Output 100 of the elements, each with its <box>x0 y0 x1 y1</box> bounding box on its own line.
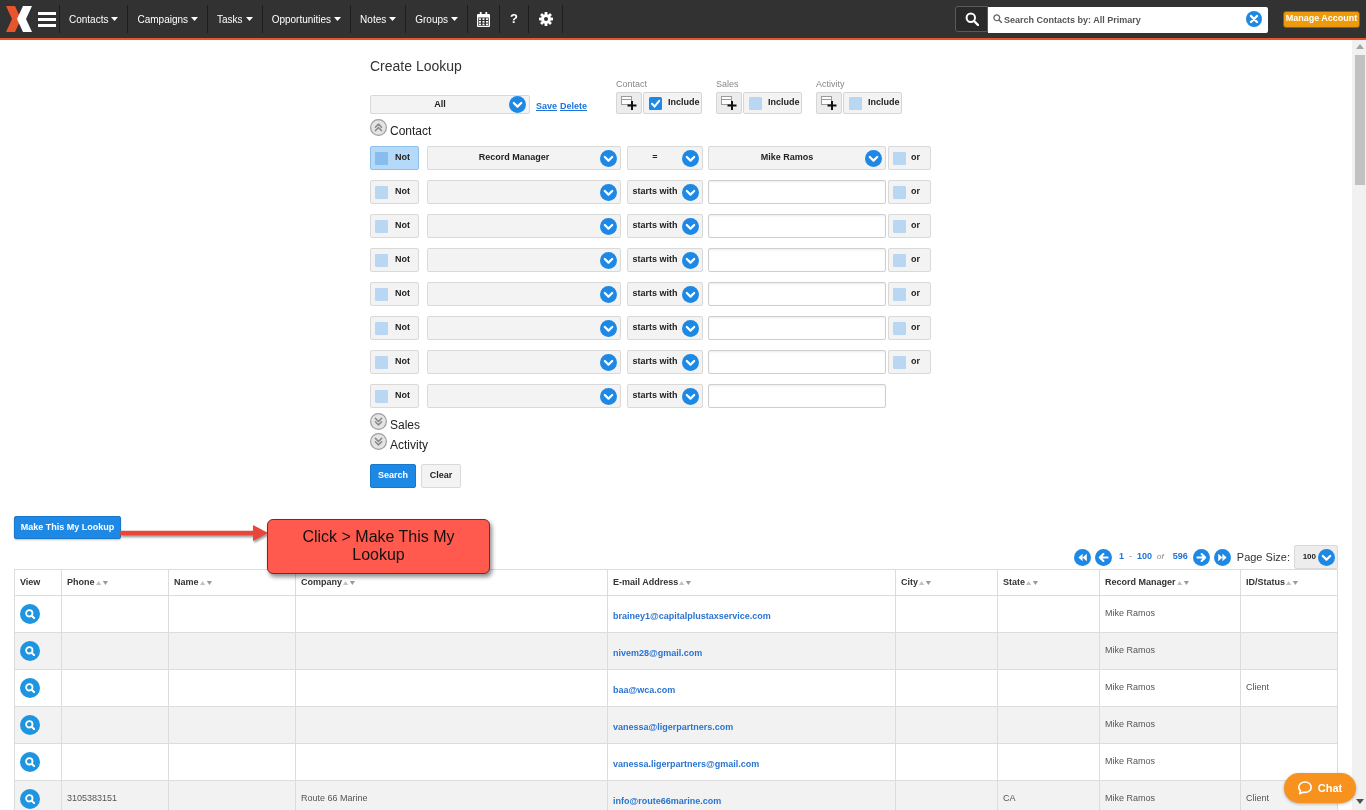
link[interactable]: Delete <box>560 99 588 113</box>
field-select[interactable] <box>427 180 621 204</box>
not-button[interactable]: Not <box>370 248 419 272</box>
or-button[interactable]: or <box>888 248 931 272</box>
checked-checkbox-icon[interactable] <box>649 96 662 110</box>
view-button[interactable] <box>20 752 40 772</box>
email-link[interactable]: info@route66marine.com <box>613 796 722 806</box>
operator-select[interactable]: starts with <box>627 316 703 340</box>
email-link[interactable]: brainey1@capitalplustaxservice.com <box>613 611 771 621</box>
nav-menu[interactable]: Campaigns <box>128 5 209 33</box>
nav-menu[interactable]: Tasks <box>208 5 263 33</box>
view-button[interactable] <box>20 678 40 698</box>
page-size-select[interactable]: 100 <box>1294 545 1338 569</box>
checkbox-icon[interactable] <box>849 96 862 110</box>
nav-menu[interactable]: Opportunities <box>262 5 352 33</box>
checkbox-icon[interactable] <box>375 219 388 233</box>
column-header[interactable]: State <box>1003 575 1025 590</box>
previous-page-icon[interactable] <box>1095 548 1113 566</box>
checkbox-icon[interactable] <box>375 321 388 335</box>
sort-icon[interactable] <box>95 579 108 586</box>
operator-select[interactable]: starts with <box>627 248 703 272</box>
sort-icon[interactable] <box>919 579 931 586</box>
view-button[interactable] <box>20 604 40 624</box>
value-field[interactable] <box>708 316 886 340</box>
checkbox-icon[interactable] <box>749 96 762 110</box>
add-button[interactable] <box>816 92 842 114</box>
view-button[interactable] <box>20 641 40 661</box>
sort-icon[interactable] <box>1176 579 1189 586</box>
checkbox-icon[interactable] <box>375 185 388 199</box>
operator-select[interactable]: starts with <box>627 282 703 306</box>
field-select[interactable] <box>427 350 621 374</box>
field-select[interactable] <box>427 282 621 306</box>
field-select[interactable] <box>427 316 621 340</box>
checkbox-icon[interactable] <box>375 253 388 267</box>
column-header[interactable]: Phone <box>67 575 95 590</box>
sort-icon[interactable] <box>343 579 355 586</box>
value-field[interactable] <box>708 282 886 306</box>
link[interactable]: Save <box>536 99 558 113</box>
first-page-icon[interactable] <box>1074 548 1092 566</box>
add-button[interactable] <box>616 92 642 114</box>
checkbox-icon[interactable] <box>893 219 906 233</box>
checkbox-icon[interactable] <box>893 253 906 267</box>
operator-select[interactable]: starts with <box>627 214 703 238</box>
include-button[interactable]: Include <box>843 92 902 114</box>
column-header[interactable]: Name <box>174 575 199 590</box>
value-field[interactable] <box>708 350 886 374</box>
email-link[interactable]: nivem28@gmail.com <box>613 648 703 658</box>
column-header[interactable]: City <box>901 575 918 590</box>
nav-menu[interactable]: Notes <box>351 5 407 33</box>
operator-select[interactable]: starts with <box>627 384 703 408</box>
checkbox-icon[interactable] <box>893 287 906 301</box>
or-button[interactable]: or <box>888 214 931 238</box>
checkbox-icon[interactable] <box>893 321 906 335</box>
email-link[interactable]: baa@wca.com <box>613 685 676 695</box>
nav-menu[interactable]: Contacts <box>60 5 129 33</box>
checkbox-icon[interactable] <box>375 389 388 403</box>
checkbox-icon[interactable] <box>893 355 906 369</box>
value-select[interactable]: Mike Ramos <box>708 146 886 170</box>
clear-button[interactable]: Clear <box>421 464 461 488</box>
make-lookup-button[interactable]: Make This My Lookup <box>14 516 121 539</box>
or-button[interactable]: or <box>888 350 931 374</box>
lookup-select[interactable]: All <box>370 95 530 114</box>
include-button[interactable]: Include <box>743 92 802 114</box>
scrollbar-thumb[interactable] <box>1355 55 1365 185</box>
column-header[interactable]: E-mail Address <box>613 575 679 590</box>
sort-icon[interactable] <box>1026 579 1038 586</box>
next-page-icon[interactable] <box>1192 548 1210 566</box>
or-button[interactable]: or <box>888 146 931 170</box>
sort-icon[interactable] <box>199 579 212 586</box>
menu-icon[interactable] <box>38 11 56 27</box>
not-button[interactable]: Not <box>370 180 419 204</box>
search-button[interactable]: Search <box>370 464 416 488</box>
not-button[interactable]: Not <box>370 384 419 408</box>
checkbox-icon[interactable] <box>375 355 388 369</box>
not-button[interactable]: Not <box>370 214 419 238</box>
value-field[interactable] <box>708 180 886 204</box>
or-button[interactable]: or <box>888 180 931 204</box>
settings-icon[interactable] <box>538 12 553 26</box>
collapse-icon[interactable] <box>370 119 387 136</box>
sort-icon[interactable] <box>679 579 692 586</box>
value-field[interactable] <box>708 214 886 238</box>
column-header[interactable]: Company <box>301 575 342 590</box>
last-page-icon[interactable] <box>1213 548 1231 566</box>
sort-icon[interactable] <box>1286 579 1298 586</box>
help-button[interactable]: ? <box>500 5 530 33</box>
calendar-icon[interactable] <box>477 11 491 27</box>
or-button[interactable]: or <box>888 282 931 306</box>
clear-button[interactable] <box>1246 11 1262 27</box>
value-field[interactable] <box>708 248 886 272</box>
not-button[interactable]: Not <box>370 350 419 374</box>
view-button[interactable] <box>20 789 40 809</box>
view-button[interactable] <box>20 715 40 735</box>
not-button[interactable]: Not <box>370 316 419 340</box>
field-select[interactable] <box>427 214 621 238</box>
search-button[interactable] <box>955 6 988 32</box>
value-field[interactable] <box>708 384 886 408</box>
add-button[interactable] <box>716 92 742 114</box>
email-link[interactable]: vanessa.ligerpartners@gmail.com <box>613 759 760 769</box>
email-link[interactable]: vanessa@ligerpartners.com <box>613 722 734 732</box>
nav-menu[interactable]: Groups <box>406 5 469 33</box>
